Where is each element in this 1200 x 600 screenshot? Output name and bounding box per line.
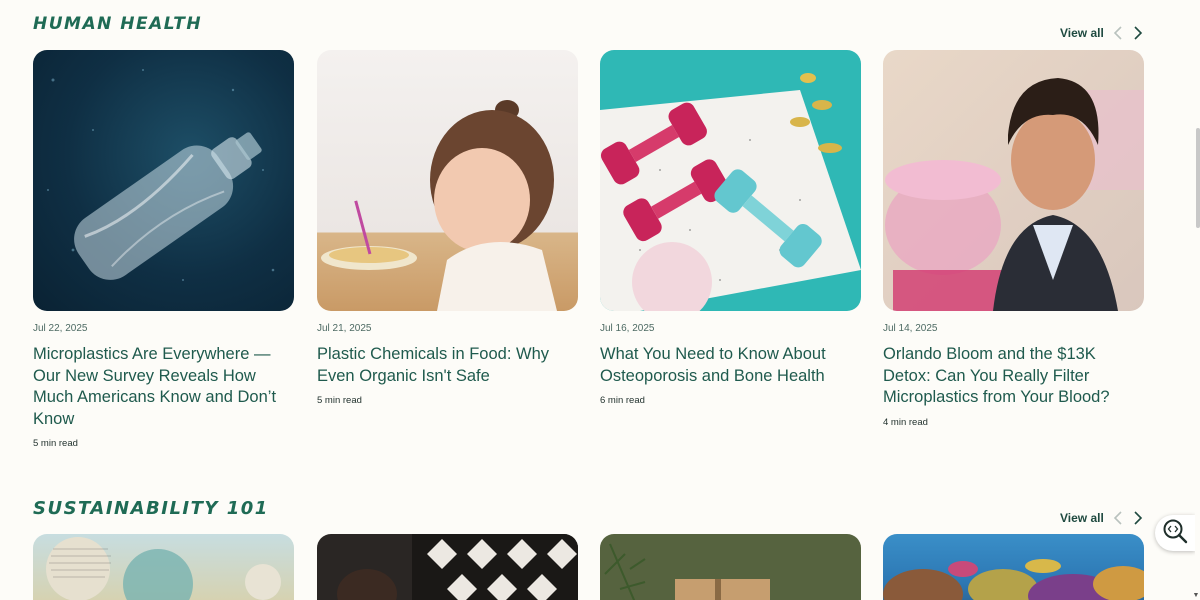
article-image-portrait[interactable] xyxy=(883,50,1144,311)
article-card[interactable]: Jul 16, 2025 What You Need to Know About… xyxy=(600,50,861,406)
search-code-icon xyxy=(1162,518,1188,549)
article-image-plastic-bottle[interactable] xyxy=(33,50,294,311)
article-title[interactable]: What You Need to Know About Osteoporosis… xyxy=(600,344,861,387)
article-card[interactable] xyxy=(883,534,1144,600)
chevron-right-icon[interactable] xyxy=(1131,26,1145,40)
article-image-gift[interactable] xyxy=(600,534,861,600)
article-image-toddler[interactable] xyxy=(317,50,578,311)
article-date: Jul 14, 2025 xyxy=(883,323,938,334)
article-card[interactable]: Jul 14, 2025 Orlando Bloom and the $13K … xyxy=(883,50,1144,428)
read-time: 5 min read xyxy=(33,438,78,449)
article-date: Jul 21, 2025 xyxy=(317,323,372,334)
chevron-left-icon[interactable] xyxy=(1111,511,1125,525)
article-card[interactable] xyxy=(317,534,578,600)
article-card[interactable]: Jul 22, 2025 Microplastics Are Everywher… xyxy=(33,50,294,449)
page: HUMAN HEALTH View all Jul 22, 2025 Micro… xyxy=(0,0,1200,600)
chevron-right-icon[interactable] xyxy=(1131,511,1145,525)
scroll-down-icon[interactable]: ▼ xyxy=(1192,592,1200,600)
chevron-left-icon[interactable] xyxy=(1111,26,1125,40)
article-card[interactable] xyxy=(33,534,294,600)
section-title-human-health: HUMAN HEALTH xyxy=(33,14,203,34)
article-card[interactable] xyxy=(600,534,861,600)
read-time: 5 min read xyxy=(317,395,362,406)
article-title[interactable]: Orlando Bloom and the $13K Detox: Can Yo… xyxy=(883,344,1144,409)
section-title-sustainability-101: SUSTAINABILITY 101 xyxy=(33,498,269,519)
search-code-button[interactable] xyxy=(1155,515,1195,551)
article-title[interactable]: Plastic Chemicals in Food: Why Even Orga… xyxy=(317,344,578,387)
article-date: Jul 22, 2025 xyxy=(33,323,88,334)
scrollbar-thumb[interactable] xyxy=(1196,128,1200,228)
article-image-knit[interactable] xyxy=(317,534,578,600)
read-time: 4 min read xyxy=(883,416,928,428)
article-image-coral-reef[interactable] xyxy=(883,534,1144,600)
article-image-newspaper[interactable] xyxy=(33,534,294,600)
page-scrollbar[interactable]: ▼ xyxy=(1192,0,1200,600)
article-card[interactable]: Jul 21, 2025 Plastic Chemicals in Food: … xyxy=(317,50,578,406)
article-date: Jul 16, 2025 xyxy=(600,323,655,334)
article-image-dumbbells[interactable] xyxy=(600,50,861,311)
view-all-link-sustainability[interactable]: View all xyxy=(1060,511,1104,525)
view-all-link-human-health[interactable]: View all xyxy=(1060,26,1104,40)
read-time: 6 min read xyxy=(600,395,645,406)
article-title[interactable]: Microplastics Are Everywhere — Our New S… xyxy=(33,344,294,430)
